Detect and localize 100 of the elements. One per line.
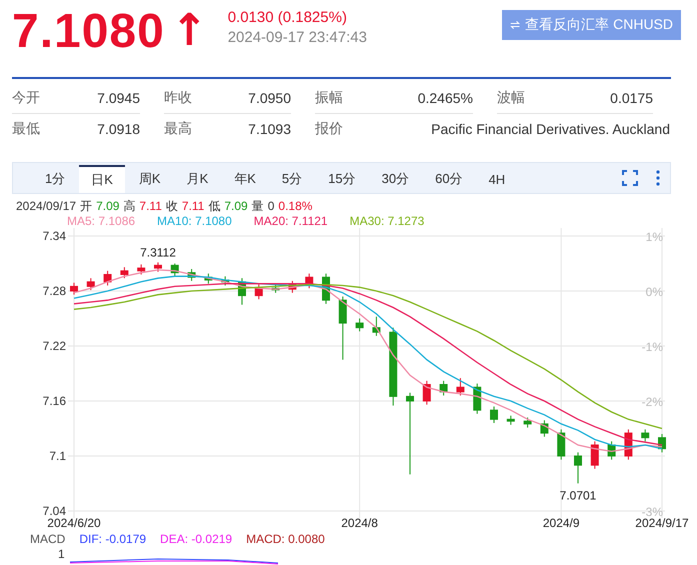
- bar-date: 2024/09/17: [16, 199, 76, 214]
- percent-axis-label: -2%: [642, 395, 663, 409]
- extreme-value-label: 7.0701: [560, 488, 596, 502]
- stat-value: 7.0950: [248, 90, 291, 106]
- candlestick: [137, 264, 146, 275]
- stat-label: 波幅: [497, 89, 525, 107]
- x-axis-label: 2024/6/20: [47, 516, 101, 530]
- price: 7.1080: [12, 6, 165, 58]
- stat-label: 报价: [315, 120, 343, 138]
- percent-axis-label: -1%: [642, 340, 663, 354]
- candlestick: [305, 273, 314, 289]
- stat-value: 0.0175: [610, 90, 653, 106]
- ohlc-value: 7.09: [96, 199, 120, 214]
- macd-value: MACD: 0.0080: [246, 532, 325, 547]
- ohlc-label: 收: [166, 199, 178, 214]
- candlestick: [608, 440, 616, 460]
- timestamp: 2024-09-17 23:47:43: [228, 28, 367, 48]
- x-axis-label: 2024/8: [341, 516, 378, 530]
- period-tab[interactable]: 60分: [423, 165, 475, 193]
- period-tab[interactable]: 15分: [316, 165, 368, 193]
- swap-icon: [510, 19, 520, 31]
- candlestick: [238, 278, 246, 306]
- macd-axis-label: 1: [58, 547, 66, 561]
- candlestick: [70, 282, 78, 296]
- stat-value: 0.2465%: [418, 90, 473, 106]
- stat-value: 7.0945: [97, 90, 140, 106]
- candlestick: [440, 380, 448, 396]
- candlestick: [422, 380, 431, 406]
- stat-label: 今开: [12, 89, 40, 107]
- period-tab[interactable]: 年K: [222, 165, 268, 193]
- candlestick: [540, 420, 548, 438]
- x-axis-label: 2024/9/17: [635, 516, 689, 530]
- candlestick: [204, 273, 212, 284]
- bar-change: 0.18%: [278, 199, 312, 214]
- ohlc-value: 7.11: [139, 199, 162, 214]
- ohlc-label: 高: [123, 199, 136, 214]
- price-change: 0.0130 (0.1825%): [228, 8, 348, 28]
- macd-value: DIF: -0.0179: [79, 532, 146, 547]
- ohlc-value: 0: [268, 199, 274, 214]
- y-axis-label: 7.16: [42, 394, 66, 408]
- candlestick: [120, 266, 128, 279]
- candlestick: [188, 268, 196, 282]
- y-axis-label: 7.04: [42, 504, 66, 518]
- candlestick: [524, 417, 532, 428]
- stat-value: Pacific Financial Derivatives. Auckland: [431, 121, 670, 137]
- stat-value: 7.1093: [248, 121, 291, 137]
- y-axis-label: 7.28: [42, 284, 66, 298]
- macd-label: MACD: [30, 532, 66, 547]
- candlestick: [624, 428, 632, 460]
- stat-label: 最高: [164, 120, 192, 138]
- stat-value: 7.0918: [97, 121, 140, 137]
- period-tab[interactable]: 日K: [79, 165, 125, 193]
- extreme-value-label: 7.3112: [140, 245, 176, 260]
- candlestick: [338, 296, 347, 360]
- y-axis-label: 7.34: [42, 229, 66, 243]
- period-tab[interactable]: 4H: [476, 165, 518, 193]
- x-axis-label: 2024/9: [542, 516, 580, 530]
- candlestick: [658, 434, 666, 453]
- more-icon[interactable]: [656, 170, 660, 186]
- candlestick: [272, 284, 280, 294]
- ohlc-label: 低: [208, 199, 220, 214]
- stat-label: 最低: [12, 120, 40, 138]
- period-tab[interactable]: 1分: [33, 165, 78, 193]
- ma-legend: MA30: 7.1273: [350, 214, 424, 228]
- candlestick: [288, 280, 296, 294]
- candlestick: [557, 428, 566, 460]
- candlestick: [104, 270, 112, 286]
- percent-axis-label: 0%: [646, 285, 663, 299]
- percent-axis-label: -3%: [642, 505, 663, 519]
- candlestick: [456, 378, 464, 396]
- period-tab[interactable]: 月K: [174, 165, 220, 193]
- fullscreen-icon[interactable]: [622, 170, 638, 186]
- y-axis-label: 7.1: [49, 449, 66, 463]
- candlestick: [372, 316, 380, 336]
- ohlc-value: 7.11: [182, 199, 204, 214]
- ma-legend: MA20: 7.1121: [254, 214, 328, 228]
- candlestick: [473, 383, 482, 414]
- percent-axis-label: 1%: [646, 230, 663, 244]
- ma-legend: MA5: 7.1086: [67, 214, 136, 228]
- candlestick: [506, 415, 515, 426]
- y-axis-label: 7.22: [42, 339, 66, 353]
- candlestick: [154, 262, 162, 272]
- period-tab[interactable]: 30分: [370, 165, 422, 193]
- candlestick: [170, 263, 179, 277]
- candlestick: [641, 428, 650, 442]
- period-tab[interactable]: 周K: [126, 165, 173, 193]
- macd-value: DEA: -0.0219: [160, 532, 232, 547]
- candlestick: [221, 276, 230, 286]
- stat-label: 昨收: [164, 89, 192, 107]
- candlestick: [590, 440, 599, 470]
- candlestick: [574, 452, 582, 484]
- ohlc-value: 7.09: [224, 199, 248, 214]
- stat-label: 振幅: [315, 89, 343, 107]
- candlestick: [86, 278, 95, 291]
- candlestick: [356, 318, 364, 332]
- up-arrow: ↑: [170, 6, 208, 56]
- ohlc-label: 开: [80, 199, 92, 214]
- candlestick: [490, 406, 498, 424]
- candlestick: [254, 284, 263, 300]
- period-tab[interactable]: 5分: [270, 165, 314, 193]
